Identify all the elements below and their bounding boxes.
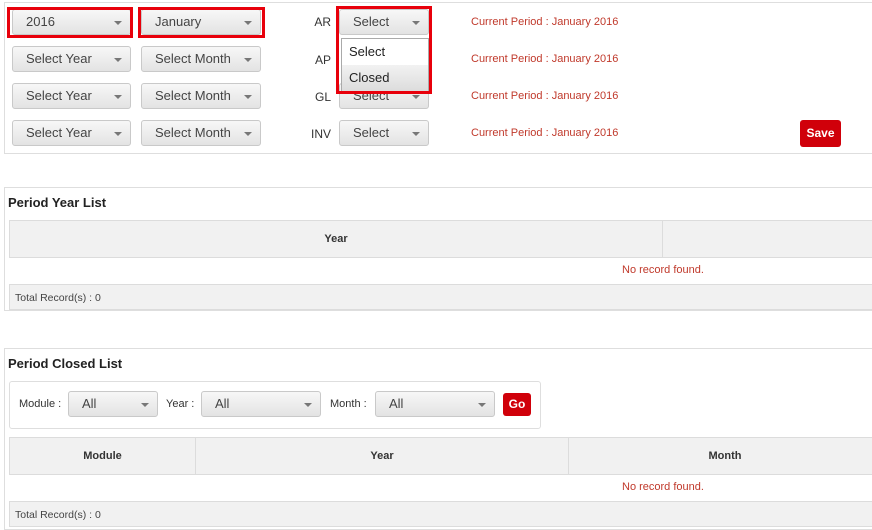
column-header-module[interactable]: Module (9, 437, 196, 475)
year-select-gl-value: Select Year (26, 88, 92, 103)
chevron-down-icon (244, 132, 252, 136)
total-records: Total Record(s) : 0 (9, 284, 872, 310)
year-select-inv-value: Select Year (26, 125, 92, 140)
year-filter-label: Year : (166, 398, 195, 410)
year-select-ap-value: Select Year (26, 51, 92, 66)
period-year-list-title: Period Year List (8, 195, 107, 210)
column-header-year[interactable]: Year (195, 437, 569, 475)
month-filter-select[interactable]: All (375, 391, 495, 417)
module-filter-label: Module : (19, 398, 62, 410)
current-period-ap: Current Period : January 2016 (471, 53, 619, 65)
month-select-inv-value: Select Month (155, 125, 231, 140)
status-dropdown-highlight (336, 6, 432, 94)
chevron-down-icon (114, 58, 122, 62)
month-select-gl[interactable]: Select Month (141, 83, 261, 109)
month-select-gl-value: Select Month (155, 88, 231, 103)
month-filter-value: All (389, 396, 404, 411)
chevron-down-icon (141, 403, 149, 407)
period-closed-list-title: Period Closed List (8, 356, 123, 371)
column-header-year[interactable]: Year (9, 220, 663, 258)
module-filter-value: All (82, 396, 97, 411)
total-records: Total Record(s) : 0 (9, 501, 872, 527)
column-header-extra[interactable] (662, 220, 872, 258)
module-label-ar: AR (314, 15, 331, 29)
year-filter-select[interactable]: All (201, 391, 321, 417)
status-select-inv-value: Select (353, 125, 390, 140)
chevron-down-icon (478, 403, 486, 407)
column-header-month[interactable]: Month (568, 437, 872, 475)
month-select-inv[interactable]: Select Month (141, 120, 261, 146)
year-select-ap[interactable]: Select Year (12, 46, 131, 72)
chevron-down-icon (244, 58, 252, 62)
go-button[interactable]: Go (503, 393, 531, 416)
module-label-inv: INV (310, 127, 331, 141)
current-period-ar: Current Period : January 2016 (471, 16, 619, 28)
status-select-inv[interactable]: Select (339, 120, 429, 146)
month-select-ap[interactable]: Select Month (141, 46, 261, 72)
period-setup-panel (4, 2, 872, 154)
current-period-gl: Current Period : January 2016 (471, 90, 619, 102)
year-select-ar-highlight (7, 7, 133, 38)
chevron-down-icon (304, 403, 312, 407)
month-filter-label: Month : (330, 398, 367, 410)
save-button[interactable]: Save (800, 120, 841, 147)
month-select-ar-highlight (138, 7, 265, 38)
chevron-down-icon (114, 95, 122, 99)
empty-message: No record found. (622, 481, 704, 493)
current-period-inv: Current Period : January 2016 (471, 127, 619, 139)
module-label-gl: GL (314, 90, 331, 104)
module-filter-select[interactable]: All (68, 391, 158, 417)
year-filter-value: All (215, 396, 230, 411)
module-label-ap: AP (314, 53, 331, 67)
year-select-gl[interactable]: Select Year (12, 83, 131, 109)
chevron-down-icon (114, 132, 122, 136)
year-select-inv[interactable]: Select Year (12, 120, 131, 146)
chevron-down-icon (412, 132, 420, 136)
chevron-down-icon (412, 95, 420, 99)
month-select-ap-value: Select Month (155, 51, 231, 66)
empty-message: No record found. (622, 264, 704, 276)
chevron-down-icon (244, 95, 252, 99)
